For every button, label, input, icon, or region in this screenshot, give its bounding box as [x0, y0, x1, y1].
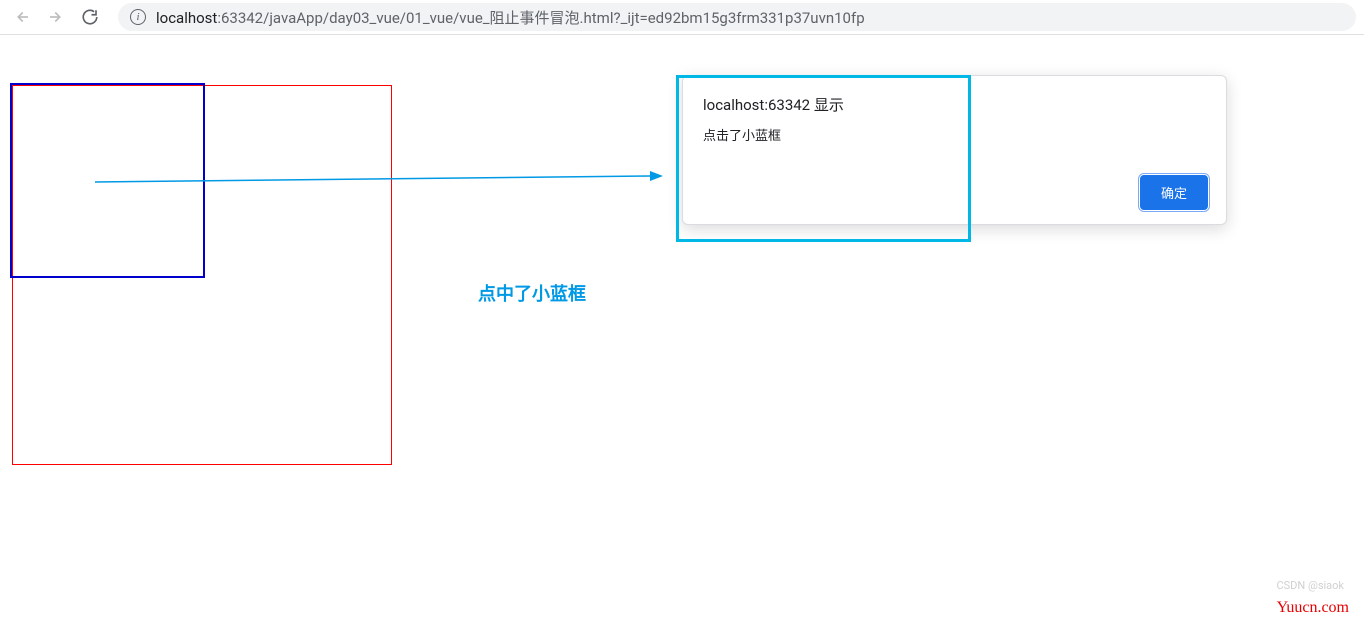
- url-port: :63342: [217, 9, 263, 27]
- browser-toolbar: i localhost:63342/javaApp/day03_vue/01_v…: [0, 0, 1364, 35]
- reload-button[interactable]: [76, 3, 104, 31]
- blue-box[interactable]: [10, 83, 205, 278]
- annotation-text: 点中了小蓝框: [478, 280, 586, 306]
- watermark-csdn: CSDN @siaok: [1276, 579, 1344, 592]
- url-host: localhost: [156, 9, 217, 27]
- alert-dialog: localhost:63342 显示 点击了小蓝框 确定: [682, 75, 1227, 225]
- alert-title: localhost:63342 显示: [703, 94, 1206, 115]
- alert-message: 点击了小蓝框: [703, 125, 1206, 144]
- back-button[interactable]: [8, 3, 36, 31]
- forward-button[interactable]: [42, 3, 70, 31]
- watermark-yuucn: Yuucn.com: [1277, 599, 1349, 617]
- url-path: /javaApp/day03_vue/01_vue/vue_阻止事件冒泡.htm…: [263, 9, 865, 27]
- reload-icon: [81, 8, 99, 26]
- alert-buttons: 确定: [1140, 175, 1208, 210]
- arrow-left-icon: [13, 8, 31, 26]
- info-icon[interactable]: i: [130, 9, 146, 25]
- page-content: 点中了小蓝框 localhost:63342 显示 点击了小蓝框 确定: [0, 35, 1364, 59]
- ok-button[interactable]: 确定: [1140, 175, 1208, 210]
- url-text: localhost:63342/javaApp/day03_vue/01_vue…: [156, 7, 865, 28]
- arrow-right-icon: [47, 8, 65, 26]
- address-bar[interactable]: i localhost:63342/javaApp/day03_vue/01_v…: [118, 3, 1356, 31]
